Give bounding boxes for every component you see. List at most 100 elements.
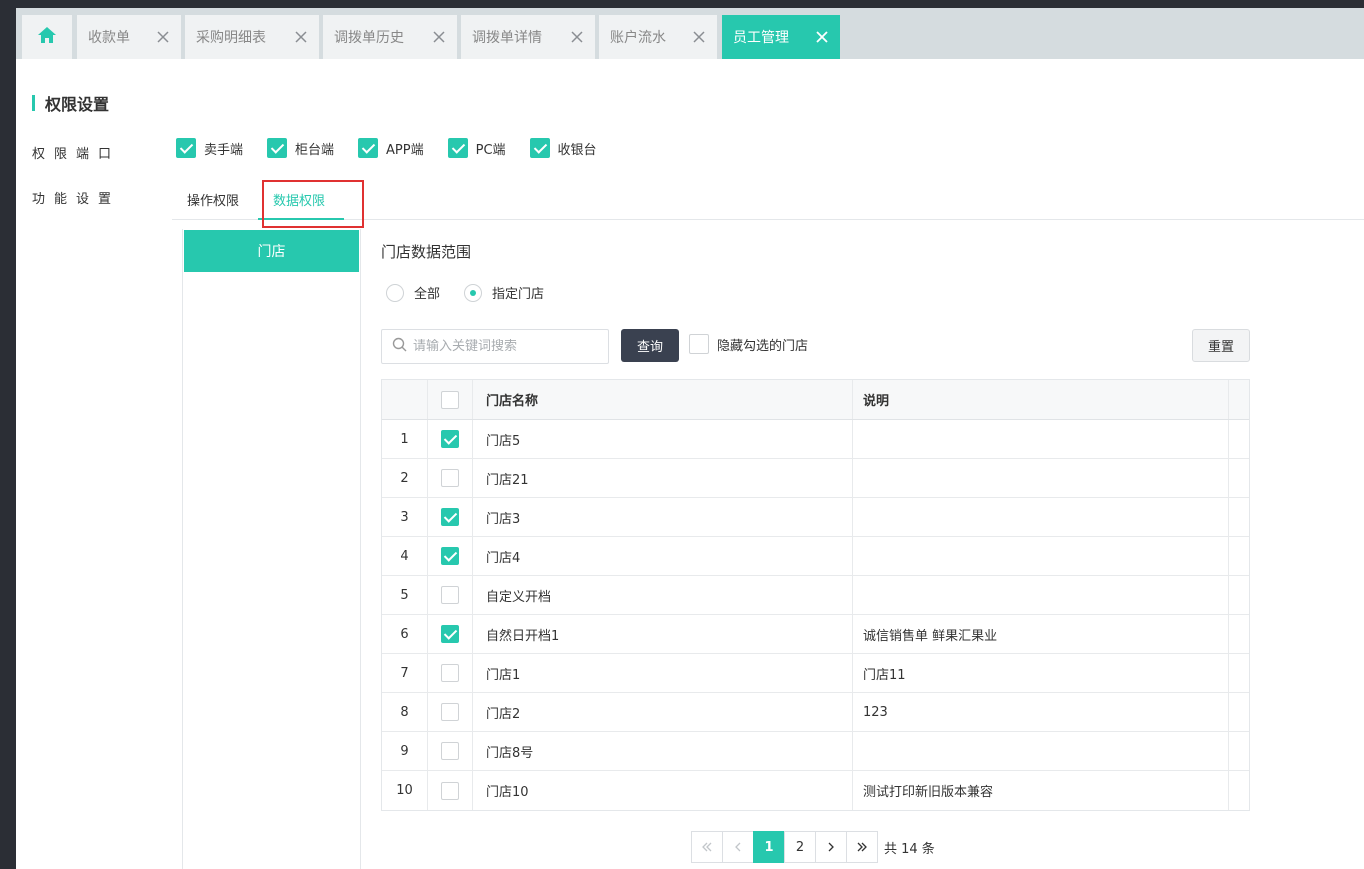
prev-page-button[interactable] (722, 831, 754, 863)
checkbox[interactable] (267, 138, 288, 158)
tab-label: 收款单 (88, 30, 130, 46)
row-checkbox[interactable] (441, 742, 459, 760)
reset-button[interactable]: 重置 (1192, 329, 1250, 362)
highlight-annotation-box (262, 180, 364, 228)
port-seller[interactable]: 卖手端 (176, 138, 243, 158)
table-row[interactable]: 8 门店2 123 (382, 693, 1249, 732)
port-pc[interactable]: PC端 (447, 138, 506, 158)
close-icon[interactable] (569, 29, 585, 45)
side-nav-ports[interactable]: 权限端口 (32, 143, 120, 162)
scroll-gutter (1229, 771, 1249, 810)
port-cashier[interactable]: 收银台 (529, 138, 597, 158)
port-label: 卖手端 (204, 142, 244, 158)
scroll-gutter (1229, 420, 1249, 458)
row-checkbox[interactable] (441, 781, 459, 800)
scroll-gutter (1229, 693, 1249, 731)
table-row[interactable]: 2 门店21 (382, 459, 1249, 498)
tab-label: 调拨单详情 (472, 30, 542, 46)
row-select-cell (428, 420, 473, 458)
search-icon (392, 337, 407, 356)
tab-account-flow[interactable]: 账户流水 (599, 15, 717, 59)
tab-label: 采购明细表 (196, 30, 266, 46)
table-row[interactable]: 9 门店8号 (382, 732, 1249, 771)
select-all-checkbox[interactable] (441, 390, 459, 409)
store-description (853, 498, 1229, 536)
total-count: 共 14 条 (884, 841, 935, 857)
search-box (381, 329, 609, 364)
tab-receipt[interactable]: 收款单 (77, 15, 181, 59)
checkbox[interactable] (358, 138, 379, 158)
row-checkbox[interactable] (441, 586, 459, 604)
table-row[interactable]: 4 门店4 (382, 537, 1249, 576)
checkbox[interactable] (689, 334, 709, 354)
tab-employee-management[interactable]: 员工管理 (722, 15, 840, 59)
table-row[interactable]: 1 门店5 (382, 420, 1249, 459)
store-range-title: 门店数据范围 (381, 243, 472, 261)
store-description (853, 732, 1229, 770)
close-icon[interactable] (814, 29, 830, 45)
category-panel (182, 229, 361, 869)
hide-checked-toggle[interactable]: 隐藏勾选的门店 (689, 334, 808, 354)
row-select-cell (428, 732, 473, 770)
row-checkbox[interactable] (441, 469, 459, 487)
pagination: 1 2 共 14 条 (691, 831, 935, 863)
tab-operation-permission[interactable]: 操作权限 (187, 190, 239, 209)
store-description (853, 537, 1229, 575)
close-icon[interactable] (431, 29, 447, 45)
search-input[interactable] (413, 339, 603, 354)
first-page-button[interactable] (691, 831, 723, 863)
tab-transfer-detail[interactable]: 调拨单详情 (461, 15, 595, 59)
row-select-cell (428, 537, 473, 575)
close-icon[interactable] (155, 29, 171, 45)
table-row[interactable]: 10 门店10 测试打印新旧版本兼容 (382, 771, 1249, 810)
tab-purchase-detail[interactable]: 采购明细表 (185, 15, 319, 59)
row-select-cell (428, 459, 473, 497)
row-checkbox[interactable] (441, 430, 459, 448)
row-checkbox[interactable] (441, 625, 459, 643)
tab-label: 调拨单历史 (334, 30, 404, 46)
scroll-gutter (1229, 498, 1249, 536)
store-name: 门店1 (473, 654, 853, 692)
scroll-gutter (1229, 459, 1249, 497)
row-index: 2 (382, 459, 428, 497)
header-scroll-gutter (1229, 380, 1249, 419)
query-button[interactable]: 查询 (621, 329, 679, 362)
checkbox[interactable] (529, 138, 550, 158)
table-row[interactable]: 5 自定义开档 (382, 576, 1249, 615)
row-checkbox[interactable] (441, 547, 459, 565)
header-store-name: 门店名称 (473, 380, 853, 419)
store-name: 门店21 (473, 459, 853, 497)
category-item-store[interactable]: 门店 (184, 230, 359, 272)
port-app[interactable]: APP端 (358, 138, 424, 158)
row-index: 4 (382, 537, 428, 575)
store-description (853, 420, 1229, 458)
tab-label: 员工管理 (733, 30, 789, 46)
store-name: 自定义开档 (473, 576, 853, 614)
next-page-button[interactable] (815, 831, 847, 863)
close-icon[interactable] (293, 29, 309, 45)
radio-all[interactable] (386, 283, 404, 302)
tab-home[interactable] (22, 15, 72, 59)
row-checkbox[interactable] (441, 508, 459, 526)
last-page-button[interactable] (846, 831, 878, 863)
row-index: 1 (382, 420, 428, 458)
tab-transfer-history[interactable]: 调拨单历史 (323, 15, 457, 59)
row-index: 7 (382, 654, 428, 692)
row-checkbox[interactable] (441, 664, 459, 682)
port-label: PC端 (475, 142, 506, 158)
side-nav-features[interactable]: 功能设置 (32, 188, 120, 207)
page-button-2[interactable]: 2 (784, 831, 816, 863)
scroll-gutter (1229, 537, 1249, 575)
checkbox[interactable] (447, 138, 468, 158)
checkbox[interactable] (176, 138, 196, 158)
page-button-1[interactable]: 1 (753, 831, 785, 863)
store-table: 门店名称 说明 1 门店5 2 门店21 3 门店3 4 门店4 5 自定义开档 6 自然日开档1 诚信… (381, 379, 1250, 811)
table-row[interactable]: 3 门店3 (382, 498, 1249, 537)
hide-checked-label: 隐藏勾选的门店 (717, 338, 809, 354)
row-checkbox[interactable] (441, 703, 459, 721)
close-icon[interactable] (691, 29, 707, 45)
port-counter[interactable]: 柜台端 (267, 138, 334, 158)
table-row[interactable]: 6 自然日开档1 诚信销售单 鲜果汇果业 (382, 615, 1249, 654)
table-row[interactable]: 7 门店1 门店11 (382, 654, 1249, 693)
radio-specified-store[interactable] (464, 283, 483, 302)
